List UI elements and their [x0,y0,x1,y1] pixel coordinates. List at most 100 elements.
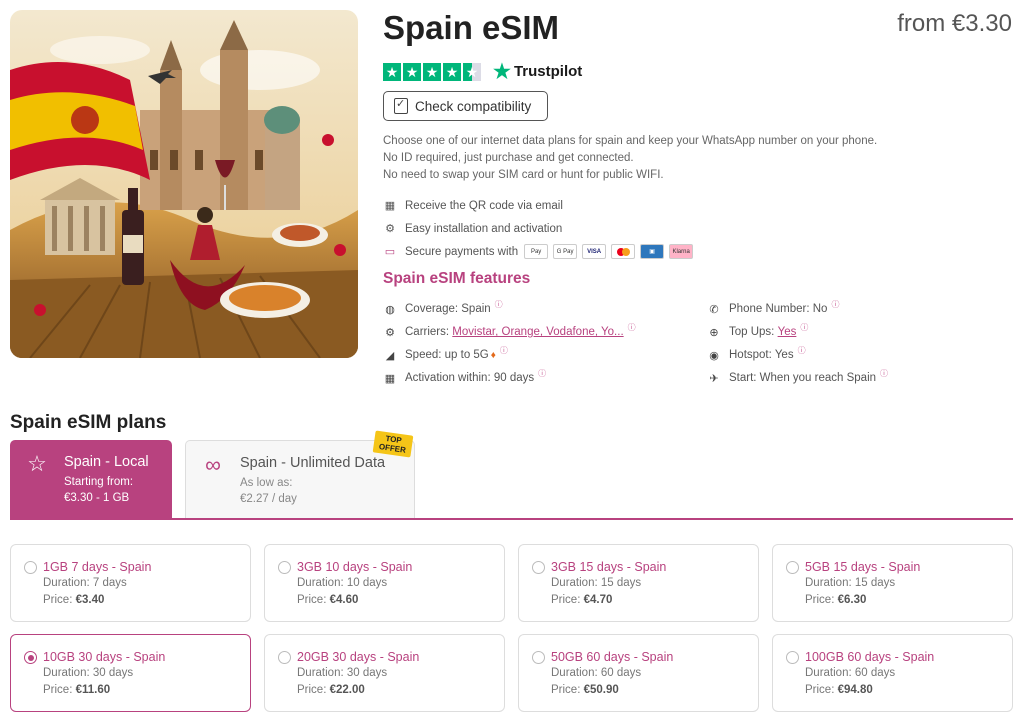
plan-radio[interactable] [278,561,291,574]
plan-duration: Duration: 30 days [43,667,134,679]
payment-methods: Pay G Pay VISA ▣ Klarna [524,244,698,259]
price-from: from €3.30 [897,10,1012,37]
plan-price: Price: €4.60 [297,594,359,606]
top-up-icon: ⊕ [709,326,719,339]
carriers-link[interactable]: Movistar, Orange, Vodafone, Yo... [452,326,623,338]
description-line: Choose one of our internet data plans fo… [383,135,878,147]
plan-card[interactable]: 10GB 30 days - Spain Duration: 30 days Pri… [10,634,251,712]
product-title: Spain eSIM [383,9,560,46]
plan-card[interactable]: 3GB 15 days - Spain Duration: 15 days Pric… [518,544,759,622]
benefit-payments: ▭ Secure payments with Pay G Pay VISA ▣ … [383,240,698,263]
plan-duration: Duration: 10 days [297,577,388,589]
info-icon[interactable]: ⓘ [798,345,806,356]
visa-icon: VISA [582,244,607,259]
secure-card-icon: ▭ [384,246,396,258]
star-icon: ★ [383,62,401,81]
trustpilot-logo: ★ Trustpilot [493,59,582,84]
plan-price: Price: €94.80 [805,684,873,696]
plan-duration: Duration: 60 days [551,667,642,679]
phone-check-icon [394,97,408,114]
trustpilot-rating[interactable]: ★ ★ ★ ★ ★ ★ Trustpilot [383,59,582,84]
rating-stars: ★ ★ ★ ★ ★ [383,62,483,81]
amex-icon: ▣ [640,244,665,259]
klarna-icon: Klarna [669,244,694,259]
plan-name: 50GB 60 days - Spain [551,650,674,664]
tab-spain-local[interactable]: ☆ Spain - Local Starting from: €3.30 - 1… [10,440,172,518]
feature-speed: ◢ Speed: up to 5G ♦ ⓘ [383,345,508,362]
star-outline-icon: ☆ [27,451,47,476]
tabs-underline [10,518,1013,520]
airplane-icon: ✈ [709,372,719,385]
product-benefits: ▦ Receive the QR code via email ⚙ Easy i… [383,194,698,263]
plan-name: 10GB 30 days - Spain [43,650,166,664]
hotspot-icon: ◉ [709,349,719,362]
info-icon[interactable]: ⓘ [500,345,508,356]
plan-name: 3GB 10 days - Spain [297,560,413,574]
plan-price: Price: €50.90 [551,684,619,696]
qr-code-icon: ▦ [384,200,396,212]
infinity-icon: ∞ [205,452,221,477]
plan-name: 3GB 15 days - Spain [551,560,667,574]
features-title: Spain eSIM features [383,270,531,287]
plan-radio[interactable] [786,561,799,574]
plan-radio[interactable] [24,561,37,574]
plan-card[interactable]: 50GB 60 days - Spain Duration: 60 days Pri… [518,634,759,712]
settings-icon: ⚙ [385,223,395,235]
plan-card[interactable]: 1GB 7 days - Spain Duration: 7 days Price:… [10,544,251,622]
star-icon: ★ [423,62,441,81]
plan-card[interactable]: 5GB 15 days - Spain Duration: 15 days Pric… [772,544,1013,622]
plan-price: Price: €6.30 [805,594,867,606]
signal-icon: ◢ [385,349,395,362]
feature-phone-number: ✆ Phone Number: No ⓘ [707,299,839,316]
plan-card[interactable]: 3GB 10 days - Spain Duration: 10 days Pric… [264,544,505,622]
plan-card[interactable]: 100GB 60 days - Spain Duration: 60 days Pr… [772,634,1013,712]
info-icon[interactable]: ⓘ [831,299,839,310]
description-line: No need to swap your SIM card or hunt fo… [383,169,664,181]
feature-start: ✈ Start: When you reach Spain ⓘ [707,368,888,385]
mastercard-icon [611,244,636,259]
check-compatibility-label: Check compatibility [415,98,532,114]
plan-radio[interactable] [532,561,545,574]
calendar-icon: ▦ [384,372,396,385]
plan-radio[interactable] [278,651,291,664]
plan-name: 1GB 7 days - Spain [43,560,152,574]
info-icon[interactable]: ⓘ [495,299,503,310]
info-icon[interactable]: ⓘ [880,368,888,379]
plan-price: Price: €22.00 [297,684,365,696]
plan-duration: Duration: 15 days [551,577,642,589]
plan-name: 20GB 30 days - Spain [297,650,420,664]
feature-carriers: ⚙ Carriers: Movistar, Orange, Vodafone, … [383,322,636,339]
top-ups-link[interactable]: Yes [778,326,797,338]
info-icon[interactable]: ⓘ [628,322,636,333]
tab-spain-unlimited[interactable]: ∞ Spain - Unlimited Data As low as: €2.2… [185,430,415,518]
plan-duration: Duration: 30 days [297,667,388,679]
info-icon[interactable]: ⓘ [538,368,546,379]
check-compatibility-button[interactable]: Check compatibility [383,91,548,121]
benefit-install: ⚙ Easy installation and activation [383,217,698,240]
fire-icon: ♦ [490,349,496,361]
phone-icon: ✆ [709,303,719,316]
info-icon[interactable]: ⓘ [800,322,808,333]
carriers-icon: ⚙ [385,326,395,339]
apple-pay-icon: Pay [524,244,549,259]
plan-duration: Duration: 7 days [43,577,127,589]
feature-hotspot: ◉ Hotspot: Yes ⓘ [707,345,806,362]
product-hero-image [10,10,358,358]
trustpilot-label: Trustpilot [513,63,583,80]
trustpilot-star-icon: ★ [493,61,511,83]
plan-duration: Duration: 60 days [805,667,896,679]
plan-radio[interactable] [24,651,37,664]
star-icon: ★ [403,62,421,81]
plan-radio[interactable] [532,651,545,664]
plan-radio[interactable] [786,651,799,664]
google-pay-icon: G Pay [553,244,578,259]
plan-duration: Duration: 15 days [805,577,896,589]
plan-name: 100GB 60 days - Spain [805,650,935,664]
plan-price: Price: €4.70 [551,594,613,606]
globe-icon: ◍ [385,303,395,316]
feature-activation: ▦ Activation within: 90 days ⓘ [384,368,547,385]
plan-card[interactable]: 20GB 30 days - Spain Duration: 30 days Pri… [264,634,505,712]
feature-top-ups: ⊕ Top Ups: Yes ⓘ [707,322,808,339]
feature-coverage: ◍ Coverage: Spain ⓘ [383,299,503,316]
plans-title: Spain eSIM plans [10,412,167,433]
